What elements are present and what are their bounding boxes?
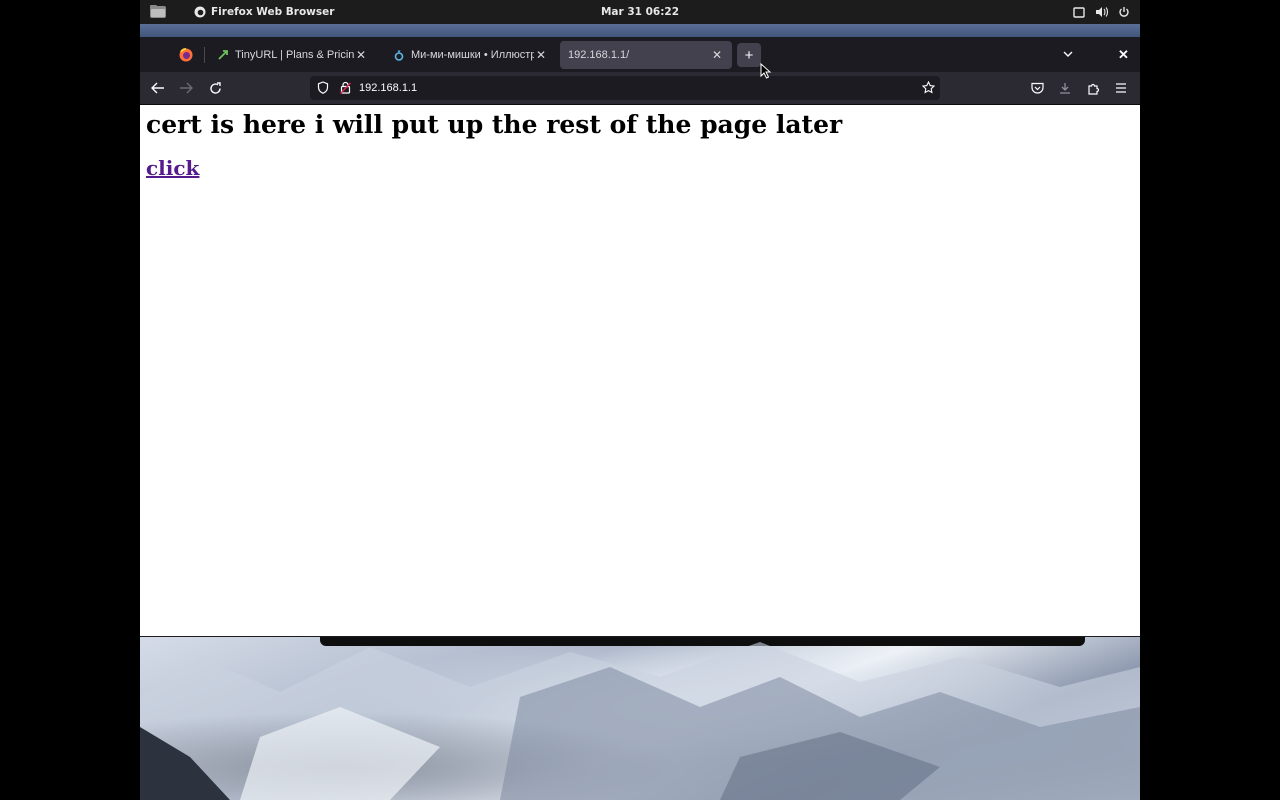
url-bar[interactable] xyxy=(310,76,940,100)
system-tray[interactable] xyxy=(1073,0,1130,24)
click-link[interactable]: click xyxy=(146,155,199,181)
tab-title: Ми-ми-мишки • Иллюстр xyxy=(411,49,534,61)
close-tab-icon[interactable]: ✕ xyxy=(710,48,724,62)
power-icon[interactable] xyxy=(1118,6,1130,18)
close-tab-icon[interactable]: ✕ xyxy=(534,48,548,62)
page-heading: cert is here i will put up the rest of t… xyxy=(146,110,843,139)
reload-icon xyxy=(209,81,221,94)
app-menu-button[interactable] xyxy=(1112,80,1130,96)
desktop-background xyxy=(140,24,1140,38)
activities-button[interactable] xyxy=(149,4,167,19)
pocket-icon xyxy=(1030,82,1044,94)
firefox-window: TinyURL | Plans & Pricing ✕ Ми-ми-мишки … xyxy=(140,37,1140,637)
folder-icon xyxy=(150,5,166,18)
tab-strip: TinyURL | Plans & Pricing ✕ Ми-ми-мишки … xyxy=(140,37,1140,72)
system-top-bar: Firefox Web Browser Mar 31 06:22 xyxy=(140,0,1140,24)
ring-icon xyxy=(392,48,406,62)
tab-separator xyxy=(204,47,205,63)
app-name: Firefox Web Browser xyxy=(211,6,335,18)
screen-icon[interactable] xyxy=(1073,6,1085,18)
tab-title: TinyURL | Plans & Pricing xyxy=(235,49,354,61)
url-input[interactable] xyxy=(359,79,899,97)
mountain-image xyxy=(140,642,1140,800)
insecure-lock-icon[interactable] xyxy=(340,81,351,94)
reload-button[interactable] xyxy=(206,80,224,96)
close-tab-icon[interactable]: ✕ xyxy=(354,48,368,62)
volume-icon[interactable] xyxy=(1095,6,1108,18)
close-window-button[interactable]: ✕ xyxy=(1118,47,1129,63)
clock[interactable]: Mar 31 06:22 xyxy=(601,6,679,18)
puzzle-icon xyxy=(1087,83,1099,95)
desktop-wallpaper xyxy=(140,637,1140,800)
page-content: cert is here i will put up the rest of t… xyxy=(140,105,1140,636)
new-tab-button[interactable]: + xyxy=(737,43,761,67)
bookmark-star-icon[interactable] xyxy=(922,81,935,94)
hamburger-menu-icon xyxy=(1116,83,1126,93)
forward-button[interactable] xyxy=(177,80,195,96)
pocket-button[interactable] xyxy=(1028,80,1046,96)
tab-router[interactable]: 192.168.1.1/ ✕ xyxy=(560,41,732,69)
back-button[interactable] xyxy=(149,80,167,96)
navigation-toolbar xyxy=(140,72,1140,105)
tab-tinyurl[interactable]: TinyURL | Plans & Pricing ✕ xyxy=(208,41,376,69)
extensions-button[interactable] xyxy=(1084,80,1102,96)
tinyurl-icon xyxy=(216,48,230,62)
firefox-small-icon xyxy=(194,6,206,18)
mouse-cursor-icon xyxy=(760,63,772,79)
download-icon xyxy=(1060,83,1070,94)
tab-title: 192.168.1.1/ xyxy=(568,49,630,61)
app-menu[interactable]: Firefox Web Browser xyxy=(194,0,334,24)
downloads-button[interactable] xyxy=(1056,80,1074,96)
arrow-left-icon xyxy=(151,82,164,94)
chevron-down-icon[interactable] xyxy=(1061,47,1075,61)
tab-mimimishki[interactable]: Ми-ми-мишки • Иллюстр ✕ xyxy=(384,41,556,69)
tracking-protection-icon[interactable] xyxy=(317,81,329,94)
arrow-right-icon xyxy=(180,82,193,94)
firefox-view-icon[interactable] xyxy=(179,48,193,62)
